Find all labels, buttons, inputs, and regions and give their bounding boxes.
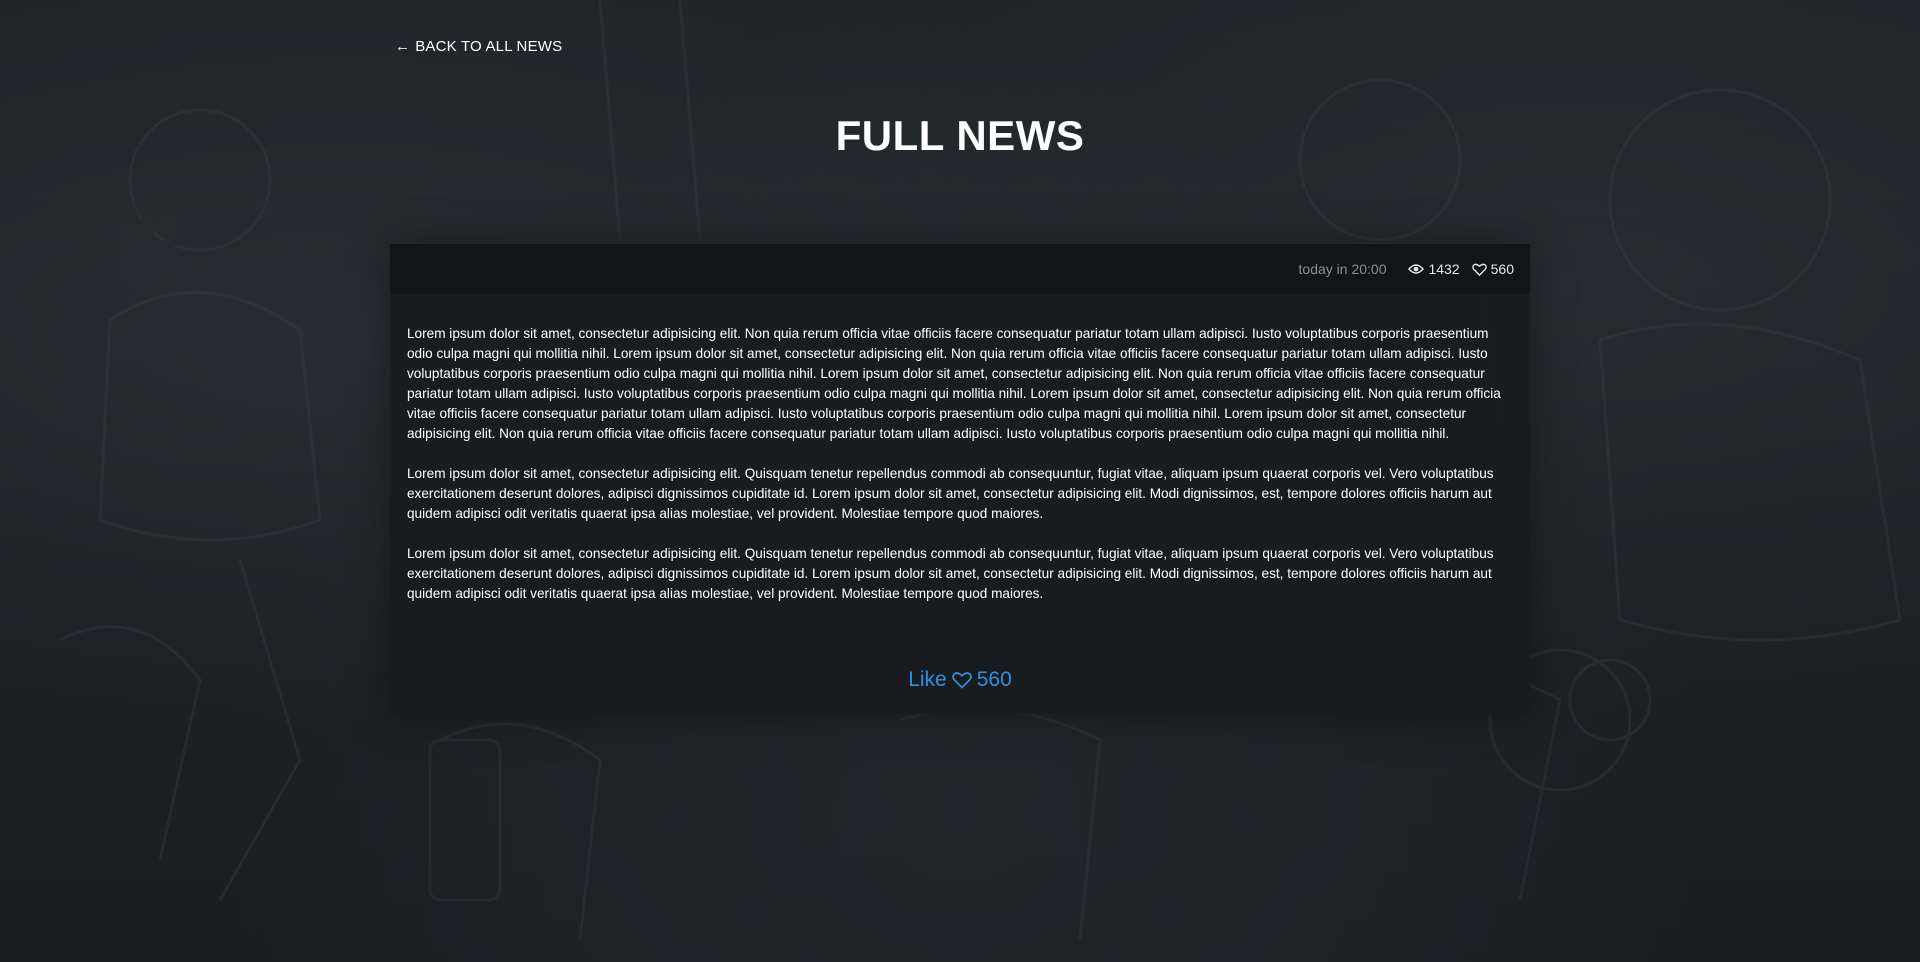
likes-value: 560 — [1490, 261, 1514, 277]
page: ← BACK TO ALL NEWS FULL NEWS today in 20… — [0, 0, 1920, 962]
news-body: Lorem ipsum dolor sit amet, consectetur … — [390, 294, 1530, 604]
likes-count: 560 — [1471, 261, 1514, 277]
like-label: Like — [908, 668, 947, 691]
news-stats: 1432 560 — [1408, 261, 1514, 277]
views-count: 1432 — [1408, 261, 1460, 277]
like-count: 560 — [976, 668, 1012, 691]
news-paragraph: Lorem ipsum dolor sit amet, consectetur … — [407, 466, 1494, 521]
like-button[interactable]: Like 560 — [908, 668, 1012, 692]
news-meta-bar: today in 20:00 1432 560 — [390, 244, 1530, 294]
heart-icon — [1471, 263, 1487, 276]
news-date: today in 20:00 — [1298, 261, 1387, 277]
page-title: FULL NEWS — [835, 112, 1085, 159]
back-link-label: BACK TO ALL NEWS — [415, 38, 563, 55]
heart-icon — [951, 672, 972, 689]
news-paragraph: Lorem ipsum dolor sit amet, consectetur … — [407, 546, 1494, 601]
views-value: 1432 — [1428, 261, 1460, 277]
back-to-all-news-link[interactable]: ← BACK TO ALL NEWS — [395, 38, 562, 55]
news-paragraph: Lorem ipsum dolor sit amet, consectetur … — [407, 326, 1501, 441]
arrow-left-icon: ← — [395, 38, 411, 55]
like-row: Like 560 — [390, 668, 1530, 692]
eye-icon — [1408, 264, 1425, 274]
news-card: today in 20:00 1432 560 Lorem ipsum dolo… — [390, 244, 1530, 714]
